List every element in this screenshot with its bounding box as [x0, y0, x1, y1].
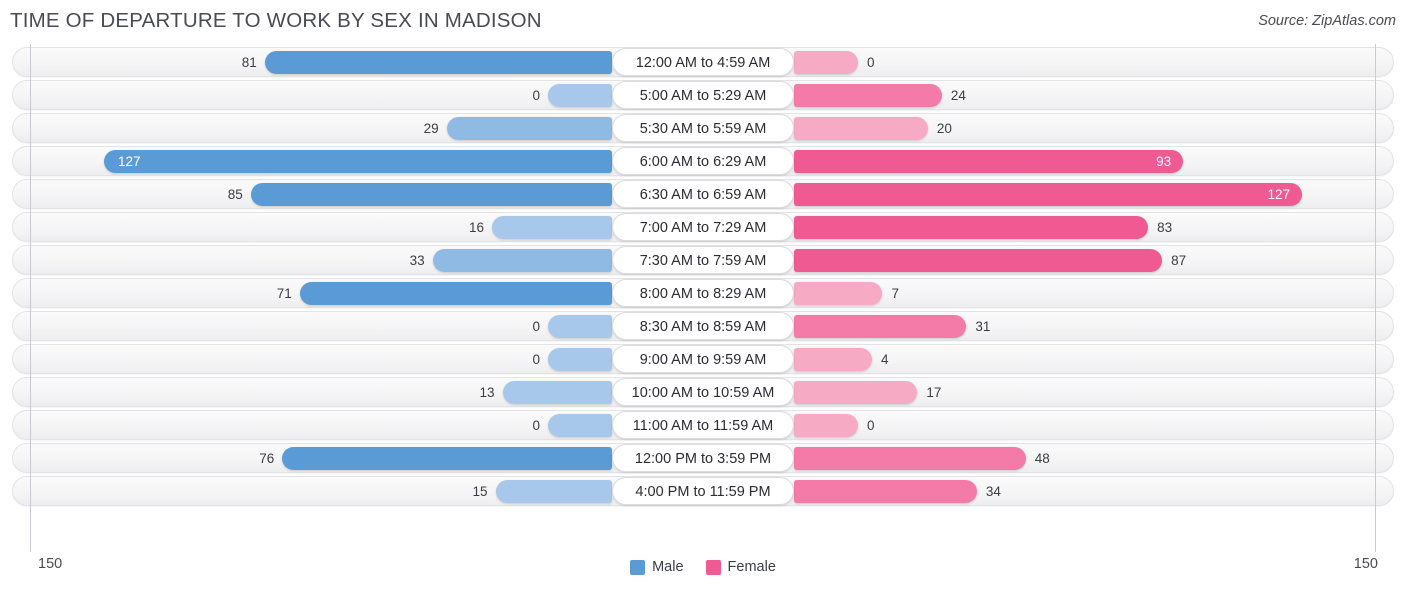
- bar-value-female: 93: [1156, 154, 1172, 169]
- chart-row[interactable]: 71 7 8:00 AM to 8:29 AM: [0, 278, 1406, 308]
- bar-male[interactable]: [250, 183, 612, 206]
- bar-male[interactable]: [548, 84, 612, 107]
- bar-female[interactable]: [794, 381, 918, 404]
- category-label: 8:00 AM to 8:29 AM: [612, 279, 794, 307]
- legend-swatch-icon: [705, 559, 721, 575]
- bar-value-female: 20: [936, 121, 952, 136]
- bar-value-female: 0: [867, 55, 875, 70]
- axis-line-left: [30, 44, 31, 552]
- bar-female[interactable]: [794, 117, 928, 140]
- category-label: 5:30 AM to 5:59 AM: [612, 114, 794, 142]
- chart-header: TIME OF DEPARTURE TO WORK BY SEX IN MADI…: [0, 0, 1406, 44]
- category-label: 11:00 AM to 11:59 AM: [612, 411, 794, 439]
- bar-value-female: 87: [1171, 253, 1187, 268]
- bar-value-male: 85: [227, 187, 243, 202]
- chart-row[interactable]: 29 20 5:30 AM to 5:59 AM: [0, 113, 1406, 143]
- bar-female[interactable]: [794, 183, 1302, 206]
- bar-female[interactable]: [794, 348, 872, 371]
- legend-item[interactable]: Male: [630, 559, 684, 575]
- bar-female[interactable]: [794, 414, 858, 437]
- bar-value-female: 127: [1267, 187, 1290, 202]
- bar-value-male: 76: [259, 451, 275, 466]
- category-label: 10:00 AM to 10:59 AM: [612, 378, 794, 406]
- bar-male[interactable]: [548, 315, 612, 338]
- chart-row[interactable]: 0 31 8:30 AM to 8:59 AM: [0, 311, 1406, 341]
- bar-value-male: 0: [532, 352, 540, 367]
- chart-row[interactable]: 127 93 6:00 AM to 6:29 AM: [0, 146, 1406, 176]
- category-label: 12:00 PM to 3:59 PM: [612, 444, 794, 472]
- bar-male[interactable]: [104, 150, 612, 173]
- bar-male[interactable]: [432, 249, 612, 272]
- legend-item[interactable]: Female: [705, 559, 776, 575]
- chart-rows: 81 0 12:00 AM to 4:59 AM 0 24 5:00 AM to 5:29…: [0, 44, 1406, 509]
- bar-value-female: 7: [891, 286, 899, 301]
- bar-value-male: 29: [423, 121, 439, 136]
- legend-label: Female: [727, 559, 776, 575]
- bar-male[interactable]: [502, 381, 612, 404]
- bar-female[interactable]: [794, 282, 883, 305]
- chart-plot-area: 81 0 12:00 AM to 4:59 AM 0 24 5:00 AM to 5:29…: [0, 44, 1406, 552]
- chart-row[interactable]: 81 0 12:00 AM to 4:59 AM: [0, 47, 1406, 77]
- bar-value-male: 15: [472, 484, 488, 499]
- legend-label: Male: [652, 559, 684, 575]
- category-label: 4:00 PM to 11:59 PM: [612, 477, 794, 505]
- bar-value-female: 34: [985, 484, 1001, 499]
- category-label: 12:00 AM to 4:59 AM: [612, 48, 794, 76]
- category-label: 5:00 AM to 5:29 AM: [612, 81, 794, 109]
- bar-value-male: 0: [532, 88, 540, 103]
- bar-male[interactable]: [282, 447, 612, 470]
- chart-row[interactable]: 13 17 10:00 AM to 10:59 AM: [0, 377, 1406, 407]
- bar-value-female: 24: [950, 88, 966, 103]
- bar-female[interactable]: [794, 150, 1184, 173]
- bar-female[interactable]: [794, 51, 858, 74]
- bar-value-female: 17: [926, 385, 942, 400]
- bar-value-male: 71: [276, 286, 292, 301]
- bar-value-female: 0: [867, 418, 875, 433]
- category-label: 7:30 AM to 7:59 AM: [612, 246, 794, 274]
- page-title: TIME OF DEPARTURE TO WORK BY SEX IN MADI…: [10, 9, 542, 32]
- category-label: 9:00 AM to 9:59 AM: [612, 345, 794, 373]
- axis-line-right: [1375, 44, 1376, 552]
- bar-value-female: 83: [1157, 220, 1173, 235]
- bar-female[interactable]: [794, 216, 1149, 239]
- bar-value-male: 16: [469, 220, 485, 235]
- chart-footer: 150 150 Male Female: [0, 552, 1406, 594]
- chart-row[interactable]: 76 48 12:00 PM to 3:59 PM: [0, 443, 1406, 473]
- bar-male[interactable]: [299, 282, 612, 305]
- chart-legend: Male Female: [0, 559, 1406, 575]
- chart-row[interactable]: 0 0 11:00 AM to 11:59 AM: [0, 410, 1406, 440]
- category-label: 6:30 AM to 6:59 AM: [612, 180, 794, 208]
- chart-row[interactable]: 15 34 4:00 PM to 11:59 PM: [0, 476, 1406, 506]
- bar-male[interactable]: [264, 51, 612, 74]
- category-label: 6:00 AM to 6:29 AM: [612, 147, 794, 175]
- bar-value-male: 13: [479, 385, 495, 400]
- bar-value-female: 48: [1034, 451, 1050, 466]
- legend-swatch-icon: [630, 559, 646, 575]
- bar-male[interactable]: [548, 348, 612, 371]
- bar-value-female: 31: [975, 319, 991, 334]
- bar-female[interactable]: [794, 447, 1026, 470]
- chart-row[interactable]: 33 87 7:30 AM to 7:59 AM: [0, 245, 1406, 275]
- bar-value-male: 0: [532, 319, 540, 334]
- bar-female[interactable]: [794, 315, 967, 338]
- bar-value-male: 0: [532, 418, 540, 433]
- bar-male[interactable]: [495, 480, 612, 503]
- source-attribution: Source: ZipAtlas.com: [1258, 13, 1396, 29]
- category-label: 8:30 AM to 8:59 AM: [612, 312, 794, 340]
- chart-row[interactable]: 0 24 5:00 AM to 5:29 AM: [0, 80, 1406, 110]
- bar-value-male: 33: [409, 253, 425, 268]
- bar-female[interactable]: [794, 249, 1163, 272]
- bar-value-male: 81: [241, 55, 257, 70]
- bar-male[interactable]: [492, 216, 612, 239]
- chart-row[interactable]: 85 127 6:30 AM to 6:59 AM: [0, 179, 1406, 209]
- bar-male[interactable]: [446, 117, 612, 140]
- bar-female[interactable]: [794, 480, 977, 503]
- bar-male[interactable]: [548, 414, 612, 437]
- chart-row[interactable]: 16 83 7:00 AM to 7:29 AM: [0, 212, 1406, 242]
- bar-value-male: 127: [118, 154, 141, 169]
- bar-value-female: 4: [880, 352, 889, 367]
- chart-row[interactable]: 0 4 9:00 AM to 9:59 AM: [0, 344, 1406, 374]
- bar-female[interactable]: [794, 84, 942, 107]
- category-label: 7:00 AM to 7:29 AM: [612, 213, 794, 241]
